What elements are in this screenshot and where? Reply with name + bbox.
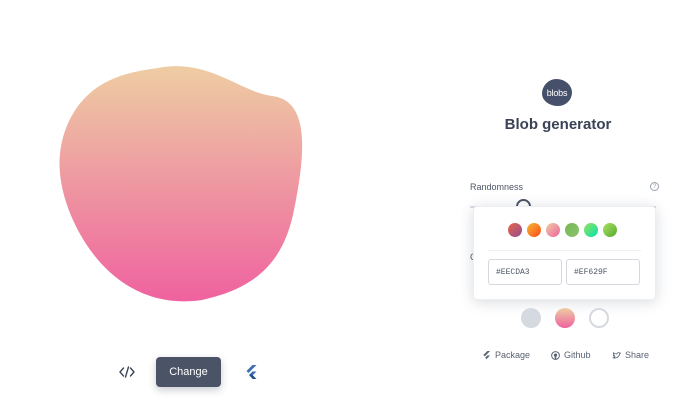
picker-divider	[488, 250, 641, 251]
github-label: Github	[564, 350, 591, 360]
change-button[interactable]: Change	[156, 357, 221, 387]
end-color-input[interactable]: #EF629F	[566, 259, 640, 285]
share-link[interactable]: Share	[612, 350, 649, 360]
package-link[interactable]: Package	[482, 350, 530, 360]
gradient-presets	[508, 223, 617, 237]
flutter-icon[interactable]	[240, 362, 262, 382]
outline-fill-swatch[interactable]	[589, 308, 609, 328]
github-icon	[551, 350, 560, 360]
gradient-preset-1[interactable]	[508, 223, 522, 237]
github-link[interactable]: Github	[551, 350, 591, 360]
twitter-icon	[612, 351, 621, 358]
share-label: Share	[625, 350, 650, 360]
blob-shape	[59, 66, 303, 302]
start-color-input[interactable]: #EECDA3	[488, 259, 562, 285]
blobs-logo: blobs	[542, 79, 572, 106]
gradient-preset-5[interactable]	[584, 223, 598, 237]
gradient-preset-2[interactable]	[527, 223, 541, 237]
code-icon[interactable]	[114, 360, 140, 384]
package-label: Package	[495, 350, 531, 360]
randomness-label: Randomness	[470, 182, 524, 192]
info-icon[interactable]: ?	[650, 182, 659, 191]
flutter-small-icon	[483, 350, 491, 359]
gradient-fill-swatch[interactable]	[555, 308, 575, 328]
color-picker-popover: #EECDA3 #EF629F	[473, 206, 656, 300]
page-title: Blob generator	[504, 116, 612, 133]
gradient-preset-6[interactable]	[603, 223, 617, 237]
blob-canvas	[40, 50, 320, 320]
gradient-preset-4[interactable]	[565, 223, 579, 237]
blob-path	[59, 66, 303, 302]
gradient-preset-3[interactable]	[546, 223, 560, 237]
solid-fill-swatch[interactable]	[521, 308, 541, 328]
